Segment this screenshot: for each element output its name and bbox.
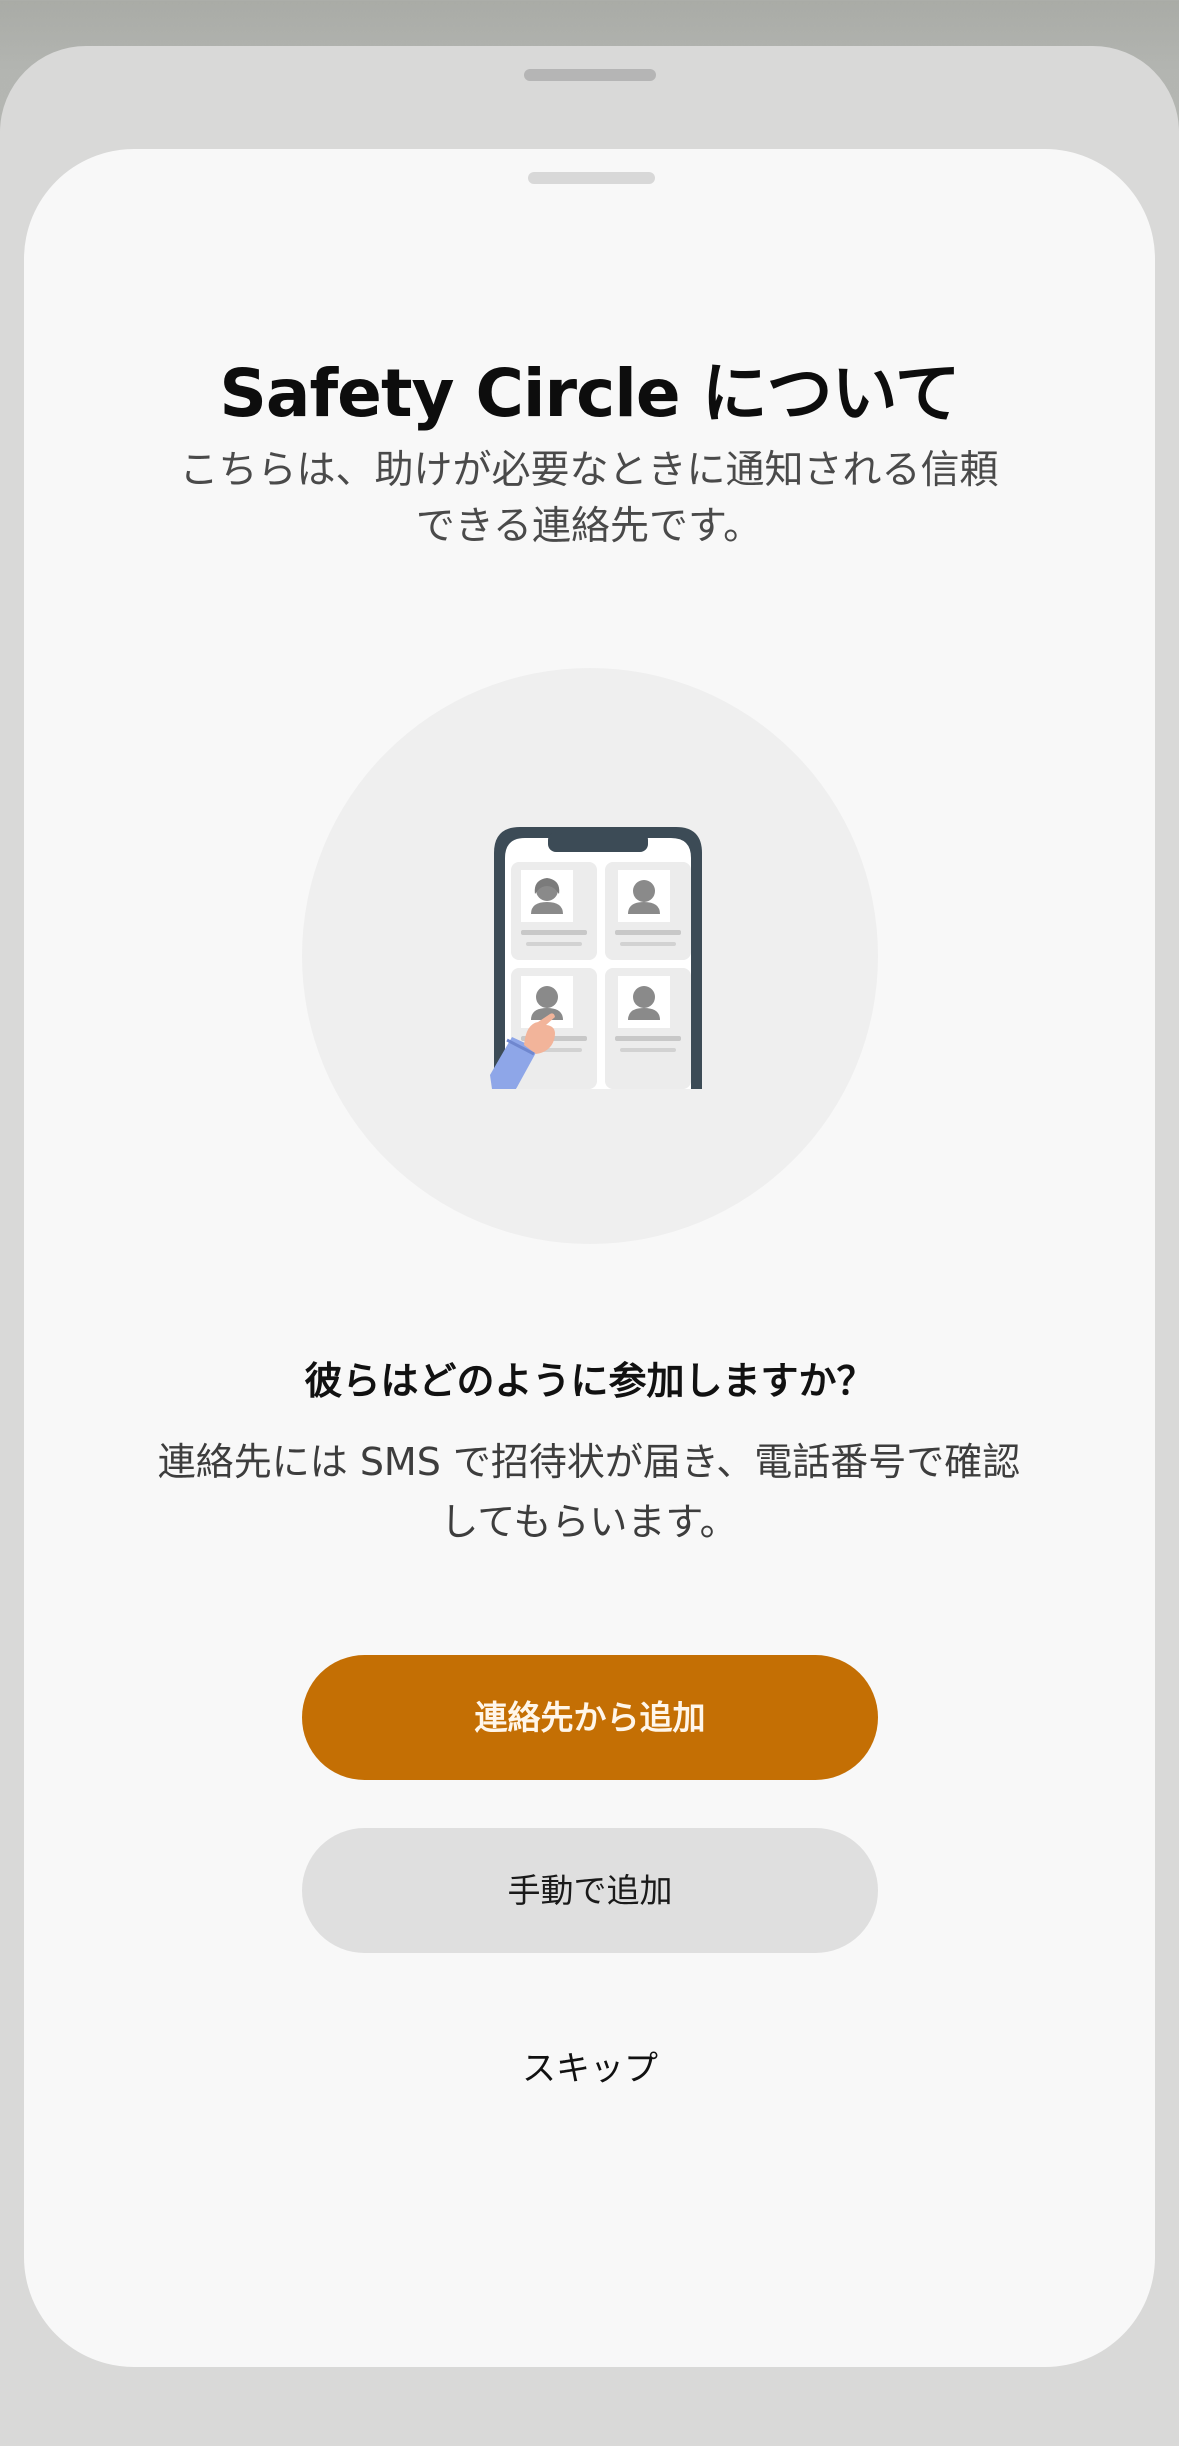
phone-contacts-illustration-icon bbox=[490, 827, 702, 1089]
contact-card bbox=[605, 968, 691, 1089]
contact-card bbox=[605, 862, 691, 960]
join-description: 連絡先には SMS で招待状が届き、電話番号で確認してもらいます。 bbox=[157, 1440, 1021, 1544]
join-question-heading: 彼らはどのように参加しますか？ bbox=[304, 1359, 875, 1403]
add-manually-button[interactable]: 手動で追加 bbox=[302, 1828, 878, 1953]
contact-card bbox=[511, 862, 597, 960]
safety-circle-sheet: Safety Circle について こちらは、助けが必要なときに通知される信頼… bbox=[24, 149, 1155, 2367]
skip-button[interactable]: スキップ bbox=[440, 2034, 740, 2104]
drag-handle[interactable] bbox=[528, 172, 655, 184]
page-subtitle: こちらは、助けが必要なときに通知される信頼できる連絡先です。 bbox=[179, 448, 999, 549]
background-sheet-handle bbox=[524, 69, 656, 81]
page-title: Safety Circle について bbox=[219, 355, 960, 432]
add-from-contacts-button[interactable]: 連絡先から追加 bbox=[302, 1655, 878, 1780]
